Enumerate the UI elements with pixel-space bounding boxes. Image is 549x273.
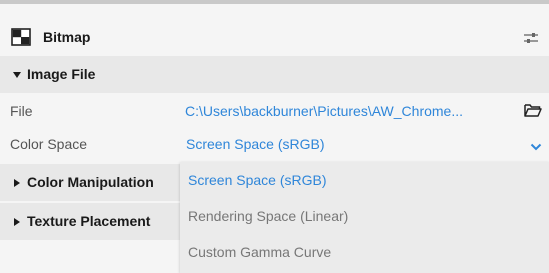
color-space-select[interactable]: Screen Space (sRGB) <box>186 136 325 152</box>
chevron-right-icon <box>14 179 20 187</box>
section-image-file[interactable]: Image File <box>0 56 549 93</box>
chevron-down-icon[interactable] <box>530 139 542 151</box>
dropdown-option-custom-gamma[interactable]: Custom Gamma Curve <box>188 244 331 260</box>
chevron-down-icon <box>13 72 21 78</box>
section-color-manipulation-label: Color Manipulation <box>27 174 154 190</box>
bitmap-panel: Bitmap Image File File C:\Users\backburn… <box>0 4 549 273</box>
color-space-dropdown: Screen Space (sRGB) Rendering Space (Lin… <box>180 162 549 273</box>
dropdown-option-screen-space[interactable]: Screen Space (sRGB) <box>188 172 327 188</box>
dropdown-option-rendering-space[interactable]: Rendering Space (Linear) <box>188 208 348 224</box>
panel-title: Bitmap <box>43 29 91 45</box>
chevron-right-icon <box>14 218 20 226</box>
section-texture-placement-label: Texture Placement <box>27 213 151 229</box>
sliders-icon[interactable] <box>523 30 539 46</box>
bitmap-icon <box>11 28 31 46</box>
panel-header: Bitmap <box>0 18 549 56</box>
file-row: File C:\Users\backburner\Pictures\AW_Chr… <box>0 93 549 129</box>
section-image-file-label: Image File <box>27 66 96 82</box>
color-space-row: Color Space Screen Space (sRGB) <box>0 129 549 162</box>
file-label: File <box>10 103 33 119</box>
color-space-label: Color Space <box>10 136 88 152</box>
file-path[interactable]: C:\Users\backburner\Pictures\AW_Chrome..… <box>185 103 519 119</box>
folder-open-icon[interactable] <box>524 102 542 118</box>
